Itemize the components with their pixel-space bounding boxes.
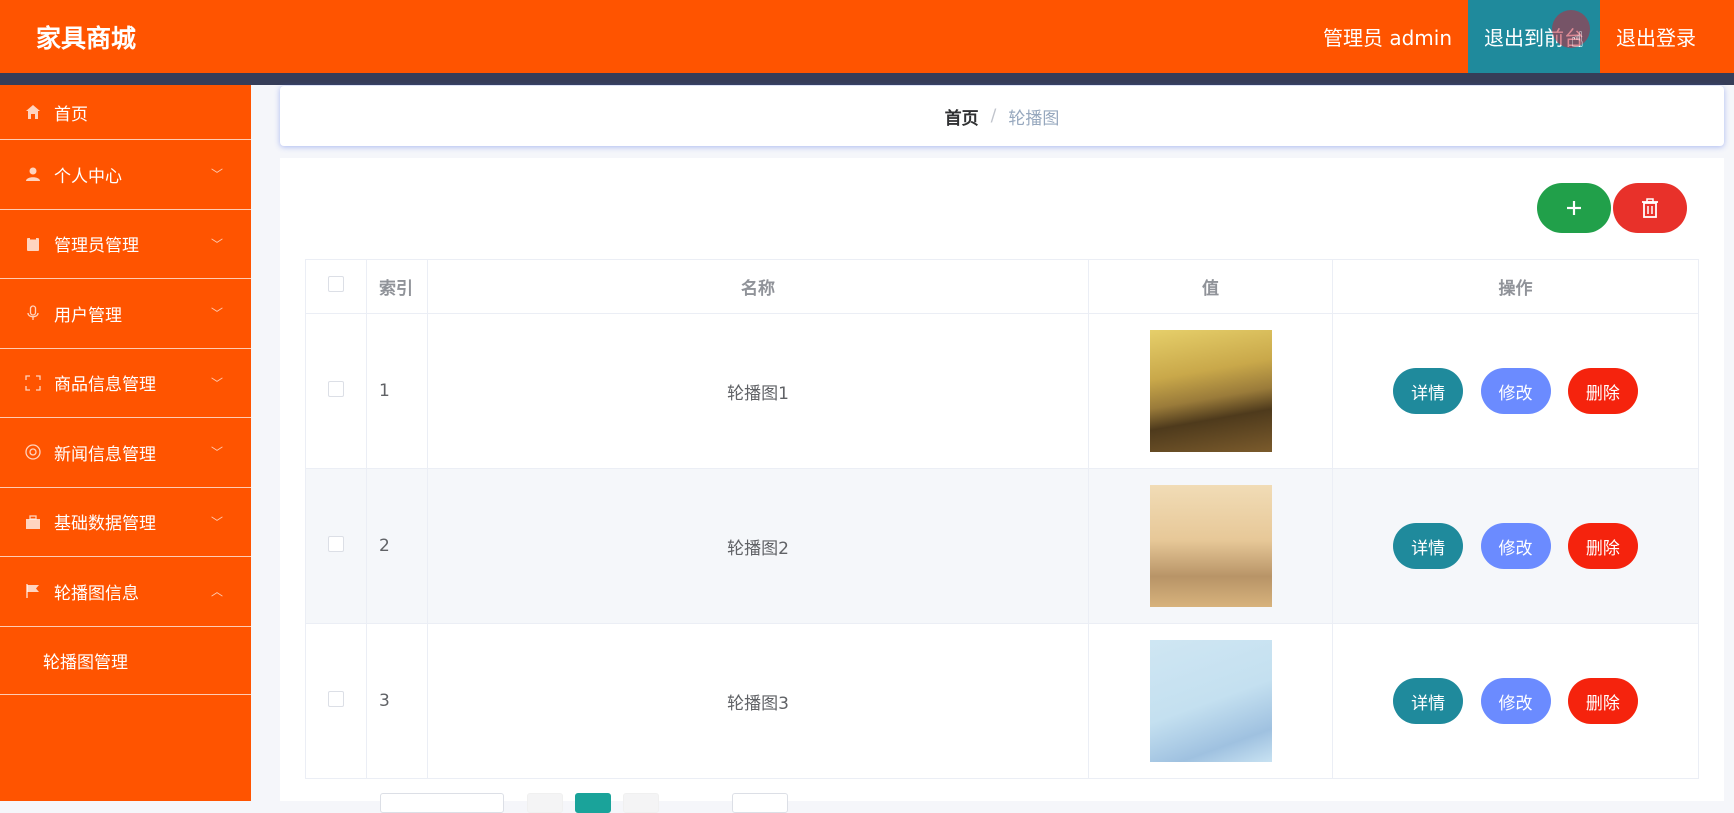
breadcrumb-home[interactable]: 首页 — [945, 104, 979, 129]
column-header-index: 索引 — [366, 259, 428, 314]
app-logo: 家具商城 — [36, 23, 137, 53]
sidebar-item-user-management[interactable]: 用户管理 ﹀ — [0, 279, 251, 349]
select-all-checkbox[interactable] — [328, 276, 344, 292]
row-checkbox[interactable] — [328, 380, 344, 397]
header-divider — [0, 73, 1734, 85]
row-value-cell — [1088, 313, 1333, 469]
row-actions: 详情 修改 删除 — [1332, 468, 1699, 624]
page-number-active[interactable] — [575, 793, 611, 813]
flag-icon — [24, 582, 42, 600]
delete-button[interactable]: 删除 — [1567, 523, 1638, 569]
column-header-actions: 操作 — [1332, 259, 1699, 314]
sidebar-item-base-data-management[interactable]: 基础数据管理 ﹀ — [0, 488, 251, 557]
delete-button[interactable]: 删除 — [1567, 678, 1638, 724]
chevron-down-icon: ﹀ — [210, 237, 223, 252]
carousel-thumbnail[interactable] — [1149, 330, 1272, 452]
sidebar-subitem-label: 轮播图管理 — [43, 652, 128, 673]
sidebar-item-label: 个人中心 — [54, 166, 122, 187]
breadcrumb-separator: / — [990, 106, 997, 126]
chevron-down-icon: ﹀ — [210, 445, 223, 460]
chevron-up-icon: ︿ — [210, 584, 223, 599]
top-bar: 家具商城 管理员 admin 退出到前台 ☝ 退出登录 — [0, 0, 1734, 73]
row-checkbox[interactable] — [328, 690, 344, 707]
table-row: 3 轮播图3 详情 修改 删除 — [305, 623, 1699, 779]
row-index: 3 — [366, 623, 428, 779]
sidebar-item-carousel-info[interactable]: 轮播图信息 ︿ — [0, 557, 251, 627]
carousel-thumbnail[interactable] — [1149, 640, 1272, 762]
top-bar-actions: 管理员 admin 退出到前台 ☝ 退出登录 — [1323, 0, 1734, 73]
logout-label: 退出登录 — [1616, 26, 1696, 50]
row-value-cell — [1088, 623, 1333, 779]
row-checkbox[interactable] — [328, 535, 344, 552]
sidebar-item-home[interactable]: 首页 — [0, 85, 251, 140]
exit-to-front-button[interactable]: 退出到前台 ☝ — [1468, 0, 1600, 73]
row-index: 1 — [366, 313, 428, 469]
row-actions: 详情 修改 删除 — [1332, 313, 1699, 469]
detail-button[interactable]: 详情 — [1393, 678, 1464, 724]
page-size-select[interactable] — [380, 793, 504, 813]
batch-delete-button[interactable] — [1613, 183, 1687, 233]
logout-button[interactable]: 退出登录 — [1600, 0, 1734, 73]
admin-label: 管理员 admin — [1322, 26, 1452, 50]
breadcrumb-current: 轮播图 — [1008, 108, 1060, 129]
row-value-cell — [1088, 468, 1333, 624]
row-name: 轮播图2 — [427, 468, 1089, 624]
chevron-down-icon: ﹀ — [210, 515, 223, 530]
table-row: 2 轮播图2 详情 修改 删除 — [305, 468, 1699, 624]
row-name: 轮播图3 — [427, 623, 1089, 779]
sidebar-item-profile[interactable]: 个人中心 ﹀ — [0, 140, 251, 210]
edit-button[interactable]: 修改 — [1480, 678, 1551, 724]
hand-cursor-icon: ☝ — [1570, 28, 1584, 53]
sidebar-item-product-management[interactable]: 商品信息管理 ﹀ — [0, 349, 251, 418]
table-row: 1 轮播图1 详情 修改 删除 — [305, 313, 1699, 469]
chevron-down-icon: ﹀ — [210, 376, 223, 391]
row-name: 轮播图1 — [427, 313, 1089, 469]
user-icon — [24, 165, 42, 183]
fullscreen-icon — [24, 374, 42, 392]
sidebar-item-admin-management[interactable]: 管理员管理 ﹀ — [0, 210, 251, 279]
briefcase-icon — [24, 513, 42, 531]
row-index: 2 — [366, 468, 428, 624]
row-actions: 详情 修改 删除 — [1332, 623, 1699, 779]
edit-button[interactable]: 修改 — [1480, 523, 1551, 569]
clipboard-icon — [24, 235, 42, 253]
detail-button[interactable]: 详情 — [1393, 368, 1464, 414]
carousel-thumbnail[interactable] — [1149, 485, 1272, 607]
carousel-table: 索引 名称 值 操作 1 轮播图1 详情 修改 删除 2 轮播图2 详情 修改 … — [305, 259, 1699, 779]
delete-button[interactable]: 删除 — [1567, 368, 1638, 414]
column-header-value: 值 — [1088, 259, 1333, 314]
sidebar-item-news-management[interactable]: 新闻信息管理 ﹀ — [0, 418, 251, 488]
sidebar-item-label: 用户管理 — [54, 305, 122, 326]
row-select-cell — [305, 313, 367, 469]
home-icon — [24, 103, 42, 121]
add-button[interactable] — [1537, 183, 1611, 233]
at-icon — [24, 443, 42, 461]
sidebar: 首页 个人中心 ﹀ 管理员管理 ﹀ 用户管理 ﹀ 商品信息管理 ﹀ 新闻信息管理… — [0, 85, 251, 801]
next-page-button[interactable] — [623, 793, 659, 813]
chevron-down-icon: ﹀ — [210, 306, 223, 321]
table-header-row: 索引 名称 值 操作 — [305, 259, 1699, 314]
sidebar-item-label: 商品信息管理 — [54, 375, 156, 396]
detail-button[interactable]: 详情 — [1393, 523, 1464, 569]
goto-page-input[interactable] — [732, 793, 788, 813]
microphone-icon — [24, 304, 42, 322]
row-select-cell — [305, 623, 367, 779]
sidebar-item-label: 管理员管理 — [54, 236, 139, 257]
column-header-name: 名称 — [427, 259, 1089, 314]
sidebar-item-label: 首页 — [54, 104, 88, 125]
main-content: 索引 名称 值 操作 1 轮播图1 详情 修改 删除 2 轮播图2 详情 修改 … — [280, 158, 1724, 813]
sidebar-subitem-carousel-management[interactable]: 轮播图管理 — [0, 627, 251, 695]
sidebar-item-label: 新闻信息管理 — [54, 444, 156, 465]
select-all-cell — [305, 259, 367, 314]
prev-page-button[interactable] — [527, 793, 563, 813]
sidebar-item-label: 基础数据管理 — [54, 514, 156, 535]
row-select-cell — [305, 468, 367, 624]
sidebar-item-label: 轮播图信息 — [54, 583, 139, 604]
trash-icon — [1642, 198, 1658, 218]
plus-icon — [1567, 201, 1581, 215]
edit-button[interactable]: 修改 — [1480, 368, 1551, 414]
chevron-down-icon: ﹀ — [210, 167, 223, 182]
breadcrumb: 首页 / 轮播图 — [280, 86, 1724, 146]
